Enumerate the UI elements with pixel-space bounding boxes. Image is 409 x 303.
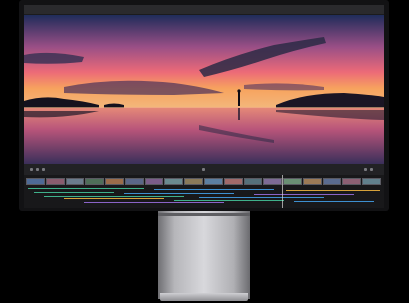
play-icon[interactable] — [202, 168, 205, 171]
audio-track-segment[interactable] — [124, 193, 234, 194]
timeline-clip[interactable] — [204, 178, 223, 185]
timeline-clip[interactable] — [45, 178, 65, 185]
app-title-bar — [24, 5, 384, 14]
monitor-stand — [158, 211, 250, 299]
tool-icon[interactable] — [36, 168, 39, 171]
stand-hinge — [158, 213, 250, 216]
audio-track-segment[interactable] — [44, 196, 184, 197]
timeline-clip[interactable] — [144, 178, 164, 185]
timeline-clip[interactable] — [85, 178, 105, 185]
timeline-clip[interactable] — [362, 178, 381, 185]
timeline-clip[interactable] — [105, 178, 124, 185]
timeline-clip[interactable] — [65, 178, 85, 185]
audio-track-segment[interactable] — [254, 194, 354, 195]
audio-track-segment[interactable] — [34, 192, 114, 193]
timeline-clip[interactable] — [164, 178, 184, 185]
audio-track-segment[interactable] — [28, 188, 144, 189]
audio-track-segment[interactable] — [64, 198, 164, 199]
tool-icon[interactable] — [42, 168, 45, 171]
audio-track-segment[interactable] — [84, 202, 224, 203]
audio-track-segment[interactable] — [294, 201, 374, 202]
timeline-clip[interactable] — [302, 178, 322, 185]
timeline-clip[interactable] — [322, 178, 342, 185]
timeline-clip[interactable] — [124, 178, 144, 185]
editor-screen — [24, 5, 384, 208]
playhead[interactable] — [282, 175, 283, 208]
timeline[interactable] — [24, 175, 384, 208]
video-viewer[interactable] — [24, 15, 384, 164]
timeline-clip[interactable] — [342, 178, 362, 185]
viewer-controls — [24, 164, 384, 175]
audio-track-segment[interactable] — [154, 189, 274, 190]
tool-icon[interactable] — [30, 168, 33, 171]
stand-base — [160, 293, 248, 301]
audio-track-segment[interactable] — [174, 200, 284, 201]
audio-track-segment[interactable] — [286, 190, 380, 191]
settings-icon[interactable] — [370, 168, 373, 171]
timeline-clip[interactable] — [223, 178, 243, 185]
timeline-clip[interactable] — [184, 178, 203, 185]
timeline-clip[interactable] — [263, 178, 283, 185]
timeline-clip[interactable] — [26, 178, 45, 185]
audio-track-segment[interactable] — [199, 197, 324, 198]
sunset-frame — [24, 15, 384, 164]
zoom-icon[interactable] — [364, 168, 367, 171]
timeline-clip[interactable] — [243, 178, 263, 185]
timeline-clip[interactable] — [283, 178, 302, 185]
